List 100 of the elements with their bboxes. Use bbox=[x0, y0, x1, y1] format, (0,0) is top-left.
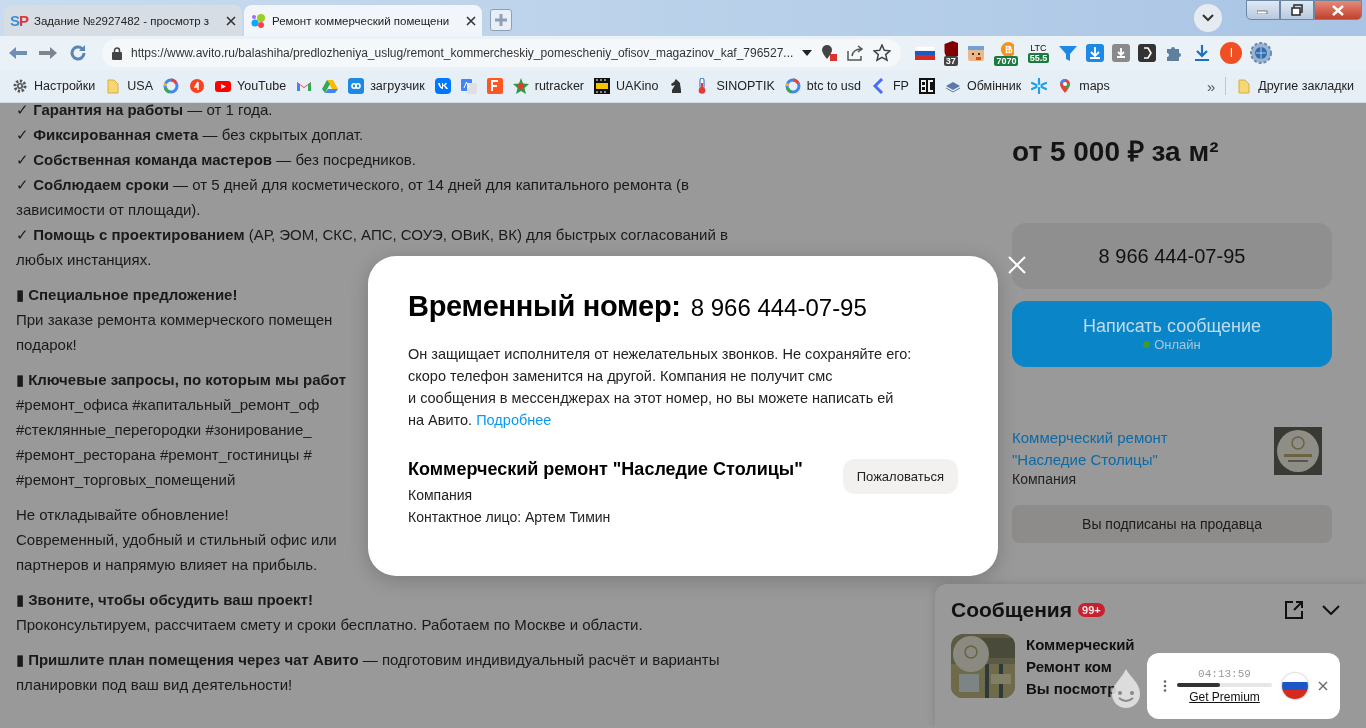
share-icon[interactable] bbox=[846, 45, 865, 61]
badge: 7070 bbox=[994, 55, 1019, 66]
description-line: ✓ Помощь с проектированием (АР, ЭОМ, СКС, АПС, СОУЭ, ОВиК, ВК) для быстрых согласований в bbox=[16, 225, 728, 245]
google-icon[interactable] bbox=[163, 78, 179, 94]
forward-arrow-icon[interactable] bbox=[38, 46, 58, 60]
company-name: Коммерческий ремонт "Наследие Столицы" bbox=[408, 459, 803, 480]
description-line: ✓ Гарантия на работы — от 1 года. bbox=[16, 103, 273, 120]
ltc-label[interactable]: LTC bbox=[1026, 43, 1051, 53]
location-blocked-icon[interactable] bbox=[821, 44, 838, 62]
description-line: партнеров и напрямую влияет на прибыль. bbox=[16, 555, 318, 575]
description-line: ✓ Соблюдаем сроки — от 5 дней для косметического, от 14 дней для капитального ремонта (в bbox=[16, 175, 690, 195]
close-icon[interactable] bbox=[466, 15, 476, 26]
star-icon[interactable] bbox=[873, 44, 892, 62]
chat-preview-line: Вы посмотр bbox=[1026, 679, 1117, 699]
company-type: Компания bbox=[408, 486, 474, 505]
tab-search-button[interactable] bbox=[1194, 4, 1222, 32]
globe-gear-icon[interactable] bbox=[1250, 42, 1273, 64]
colored-dots-icon bbox=[250, 12, 266, 29]
google-icon bbox=[784, 78, 801, 94]
bookmark[interactable]: Обмінник bbox=[944, 78, 1022, 94]
chat-preview-line: Ремонт ком bbox=[1026, 657, 1112, 677]
tab-title: Задание №2927482 - просмотр з bbox=[34, 14, 211, 27]
description-line: подарок! bbox=[16, 335, 77, 355]
restore-button[interactable] bbox=[1280, 0, 1314, 20]
translate-icon[interactable] bbox=[460, 78, 477, 94]
download-icon[interactable] bbox=[1112, 44, 1131, 62]
url-text: https://www.avito.ru/balashiha/predlozheniya_uslug/remont_kommercheskiy_pomescheniy_ofisov_magazinov_kaf_796527... bbox=[131, 46, 794, 60]
bc-logo-icon[interactable] bbox=[918, 78, 935, 94]
description-line: ▮ Специальное предложение! bbox=[16, 285, 238, 305]
description-line: зависимости от площади). bbox=[16, 200, 201, 220]
bookmark[interactable]: FP bbox=[871, 78, 909, 94]
description-line: любых инстанциях. bbox=[16, 250, 152, 270]
more-bookmarks-button[interactable]: » bbox=[1206, 77, 1216, 95]
description-line: #стеклянные_перегородки #зонирование_ bbox=[16, 420, 312, 440]
vk-icon[interactable] bbox=[434, 78, 451, 94]
browser-tab[interactable]: SP Задание №2927482 - просмотр з bbox=[4, 5, 242, 36]
description-line: ✓ Фиксированная смета — без скрытых доплат. bbox=[16, 125, 364, 145]
infinity-icon bbox=[348, 78, 365, 94]
description-line: ✓ Собственная команда мастеров — без посредников. bbox=[16, 150, 416, 170]
shield-icon[interactable] bbox=[943, 40, 959, 56]
funnel-icon[interactable] bbox=[1058, 44, 1079, 62]
folder-icon bbox=[1236, 78, 1253, 94]
gear-icon bbox=[12, 78, 28, 94]
description-line: ▮ Пришлите план помещения через чат Авито — подготовим индивидуальный расчёт и варианты bbox=[16, 650, 720, 670]
bookmark[interactable]: YouTube bbox=[215, 78, 287, 94]
f-logo-icon[interactable] bbox=[486, 78, 503, 94]
report-button[interactable]: Пожаловаться bbox=[842, 459, 958, 494]
bookmark[interactable]: UAKino bbox=[594, 78, 659, 94]
folder-icon bbox=[105, 78, 122, 94]
bracket-icon[interactable] bbox=[1138, 44, 1157, 62]
badge: 37 bbox=[943, 55, 958, 66]
description-line: #ремонт_торговых_помещений bbox=[16, 470, 236, 490]
bookmark[interactable]: maps bbox=[1057, 78, 1110, 94]
site-logo: SP bbox=[10, 12, 29, 29]
modal-description: Он защищает исполнителя от нежелательных звонков. Не сохраняйте его: скоро телефон заменится на другой. Компания не получит смс и сообщения в мессенджерах на этот номер, но вы можете написать ей на Авито. Подробнее bbox=[408, 345, 913, 430]
russia-flag-icon[interactable] bbox=[1282, 673, 1308, 699]
film-icon bbox=[594, 78, 611, 94]
back-arrow-icon[interactable] bbox=[8, 46, 28, 60]
description-line: ▮ Ключевые запросы, по которым мы работ bbox=[16, 370, 346, 390]
chevron-down-icon[interactable] bbox=[1322, 605, 1340, 615]
browser-tab[interactable]: Ремонт коммерческий помещени bbox=[244, 5, 482, 36]
modal-title: Временный номер: bbox=[408, 290, 681, 323]
open-external-icon[interactable] bbox=[1284, 600, 1304, 620]
russia-flag-icon[interactable] bbox=[915, 46, 936, 60]
premium-link[interactable]: Get Premium bbox=[1189, 690, 1260, 704]
description-line: #ремонт_ресторана #ремонт_гостиницы # bbox=[16, 445, 312, 465]
phone-button[interactable]: 8 966 444-07-95 bbox=[1012, 223, 1332, 289]
restore-icon bbox=[1291, 4, 1303, 16]
close-icon bbox=[1332, 4, 1344, 16]
seller-type: Компания bbox=[1012, 471, 1078, 487]
close-window-button[interactable] bbox=[1314, 0, 1362, 20]
bookmark[interactable]: загрузчик bbox=[348, 78, 425, 94]
bookmark[interactable]: Настройки bbox=[12, 78, 96, 94]
close-icon[interactable] bbox=[226, 15, 236, 26]
description-line: Проконсультируем, рассчитаем смету и сроки бесплатно. Работаем по Москве и области. bbox=[16, 615, 643, 635]
phone-number: 8 966 444-07-95 bbox=[690, 294, 867, 322]
subscribed-button[interactable]: Вы подписаны на продавца bbox=[1012, 505, 1332, 543]
dropdown-icon[interactable] bbox=[802, 50, 813, 56]
reload-icon[interactable] bbox=[68, 43, 88, 63]
bookmark[interactable]: USA bbox=[105, 78, 153, 94]
bookmark[interactable]: btc to usd bbox=[784, 78, 861, 94]
description-line: планировки под ваш вид деятельности! bbox=[16, 675, 293, 695]
bookmark-folder[interactable]: Другие закладки bbox=[1236, 78, 1354, 94]
bookmark[interactable]: SINOPTIK bbox=[694, 78, 775, 94]
contact-person: Контактное лицо: Артем Тимин bbox=[408, 508, 612, 527]
badge: 55.5 bbox=[1027, 53, 1050, 63]
more-options-icon[interactable] bbox=[1163, 680, 1167, 692]
yandex-icon[interactable] bbox=[189, 78, 205, 94]
bookmark[interactable]: rutracker bbox=[512, 78, 585, 94]
tab-title: Ремонт коммерческий помещени bbox=[272, 14, 451, 27]
unread-count-badge: 99+ bbox=[1078, 603, 1105, 617]
download-icon[interactable] bbox=[1086, 44, 1105, 62]
description-line: При заказе ремонта коммерческого помещен bbox=[16, 310, 333, 330]
close-icon[interactable] bbox=[1318, 681, 1328, 691]
address-bar[interactable]: https://www.avito.ru/balashiha/predlozheniya_uslug/remont_kommercheskiy_pomescheniy_ofisov_magazinov_kaf_796527... bbox=[102, 39, 902, 67]
drive-icon[interactable] bbox=[322, 78, 339, 94]
lock-icon bbox=[112, 46, 122, 60]
face-icon[interactable] bbox=[966, 43, 987, 63]
profile-avatar[interactable]: I bbox=[1220, 42, 1243, 64]
asterisk-icon[interactable] bbox=[1031, 78, 1048, 94]
